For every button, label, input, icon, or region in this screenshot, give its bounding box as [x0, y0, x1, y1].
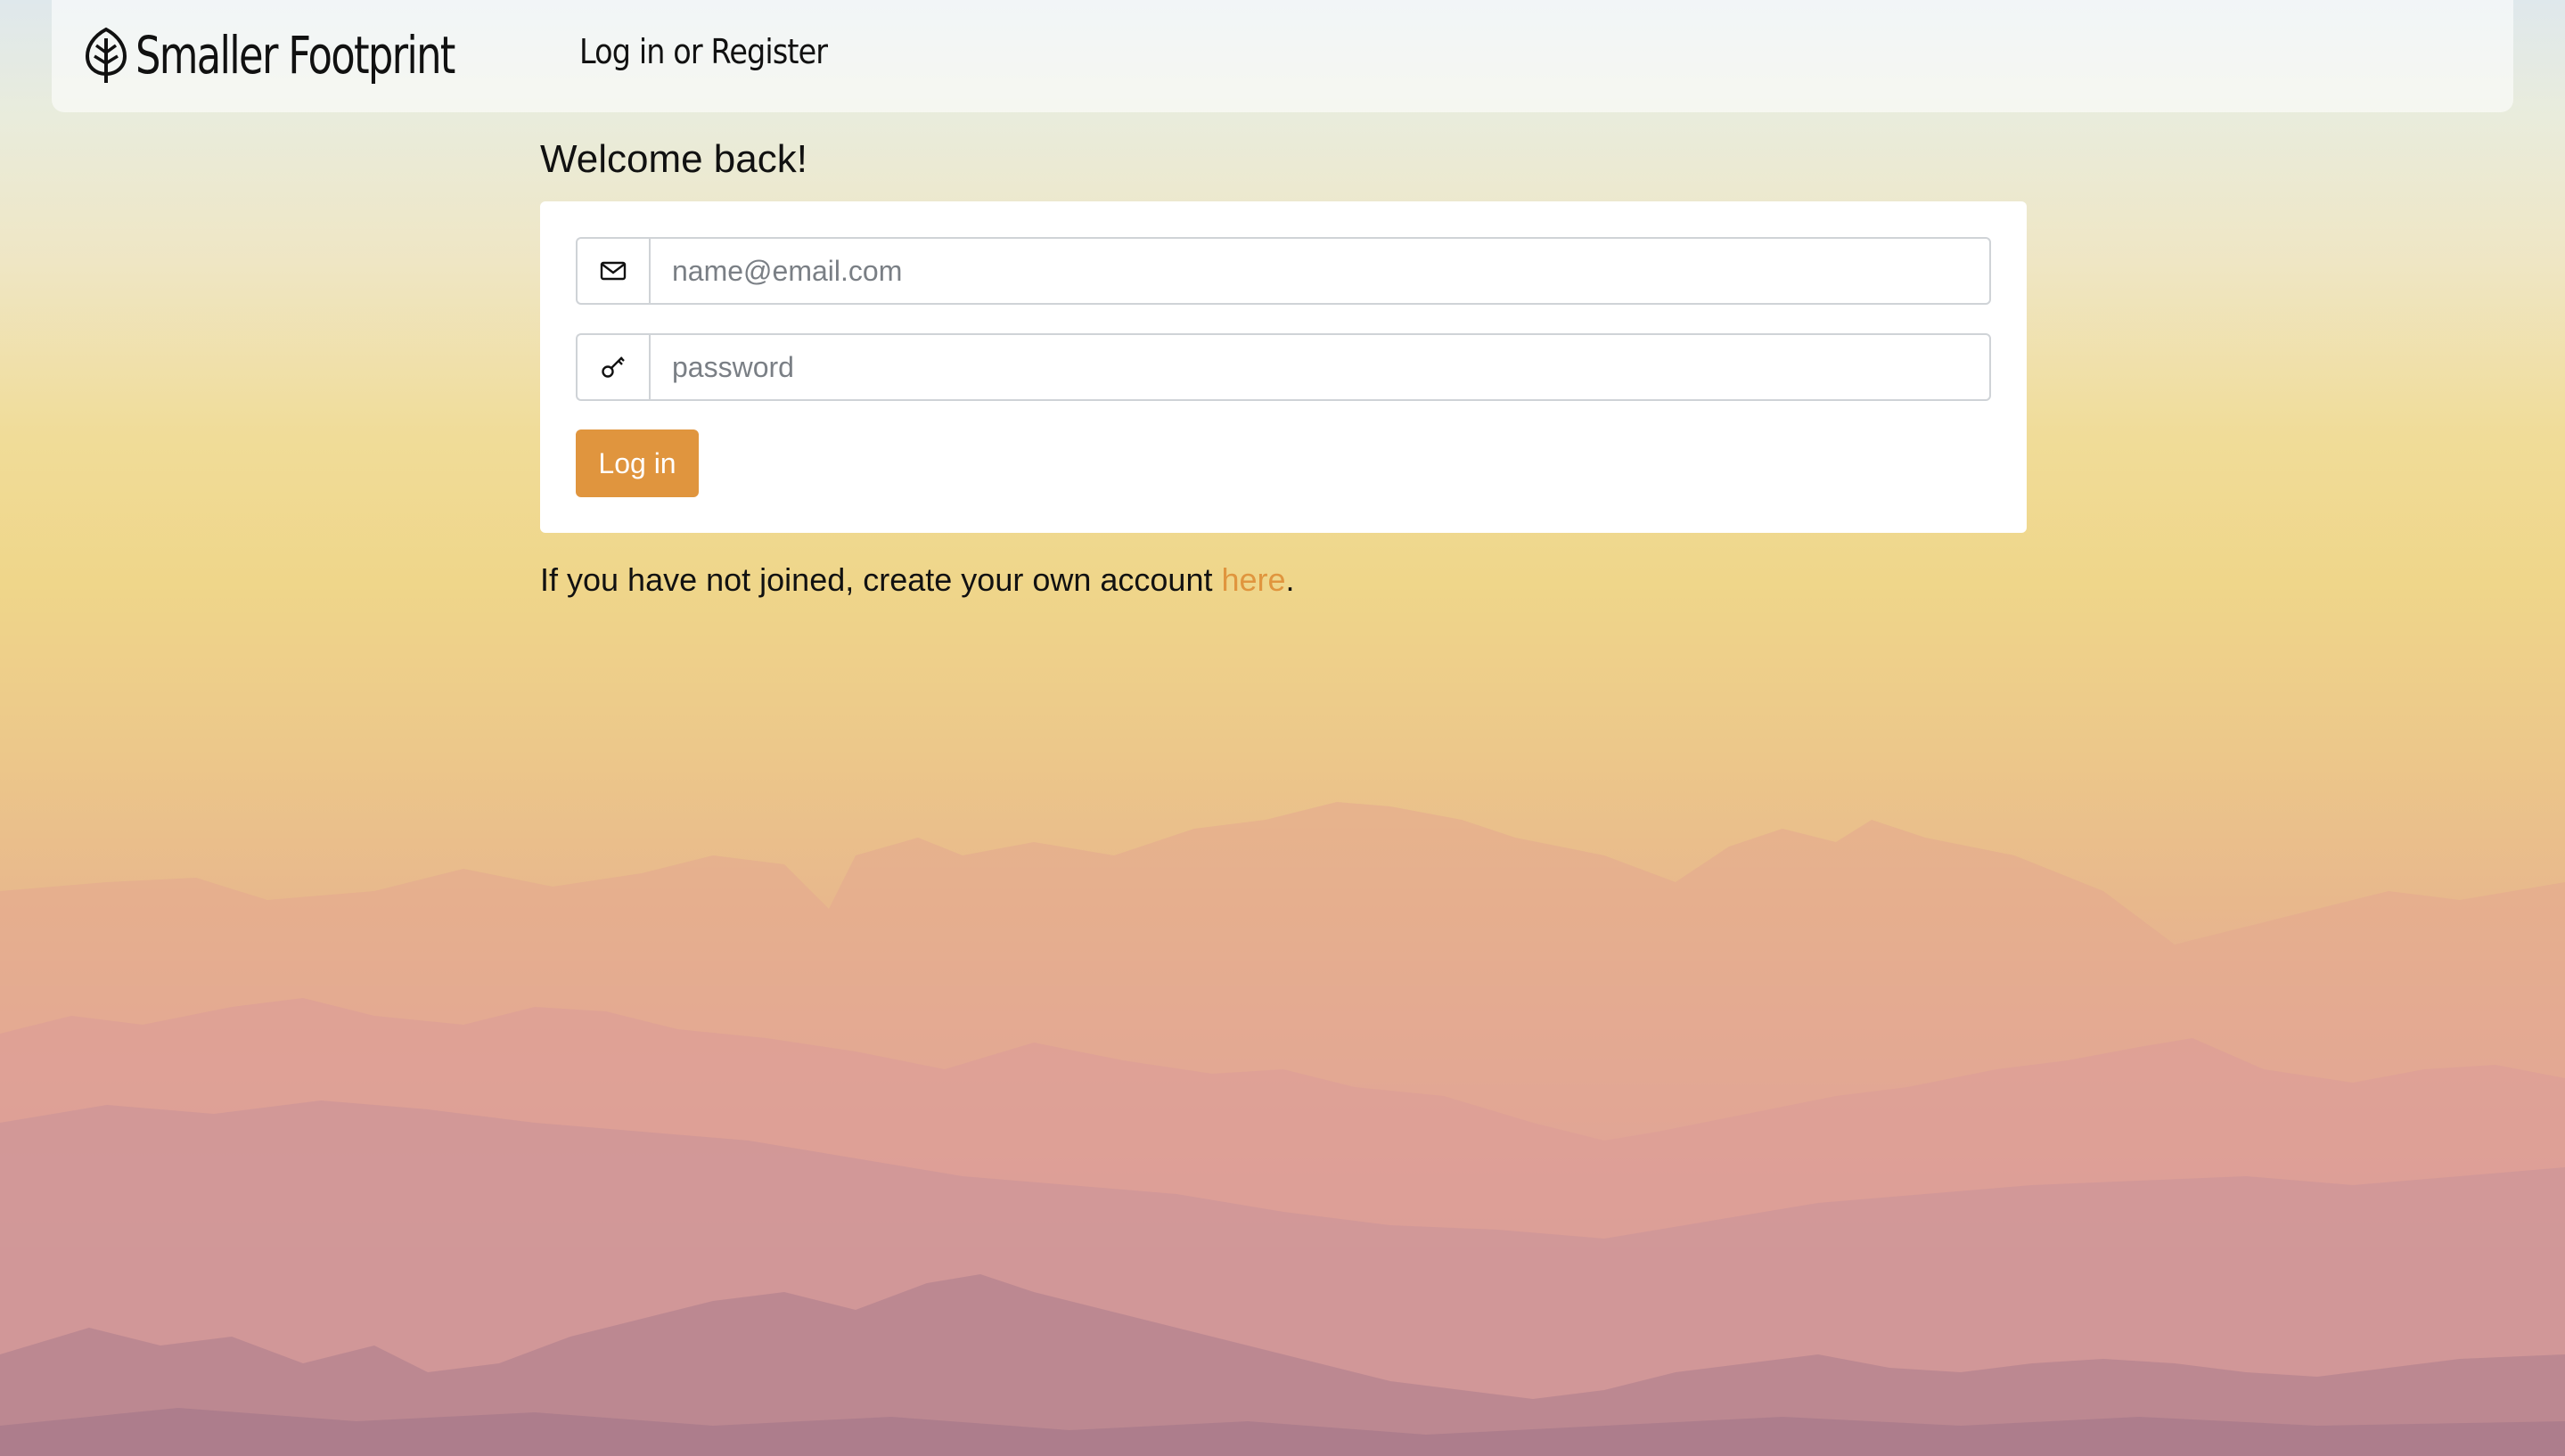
page-title: Welcome back!: [540, 137, 807, 181]
top-navbar: Smaller Footprint Log in or Register: [52, 0, 2513, 112]
leaf-icon: [85, 27, 127, 83]
brand-name: Smaller Footprint: [135, 25, 455, 86]
key-icon: [602, 356, 625, 378]
register-here-link[interactable]: here: [1221, 561, 1285, 598]
email-addon: [576, 237, 649, 305]
brand-link[interactable]: Smaller Footprint: [84, 20, 506, 91]
register-prompt: If you have not joined, create your own …: [540, 561, 1295, 599]
envelope-icon: [600, 261, 627, 281]
password-field[interactable]: [649, 333, 1991, 401]
register-prompt-text: If you have not joined, create your own …: [540, 561, 1222, 598]
email-field[interactable]: [649, 237, 1991, 305]
email-input-group: [576, 237, 1991, 305]
login-card: Log in: [540, 201, 2027, 533]
login-button[interactable]: Log in: [576, 429, 699, 497]
password-addon: [576, 333, 649, 401]
register-prompt-suffix: .: [1285, 561, 1295, 598]
password-input-group: [576, 333, 1991, 401]
login-register-link[interactable]: Log in or Register: [579, 32, 828, 71]
